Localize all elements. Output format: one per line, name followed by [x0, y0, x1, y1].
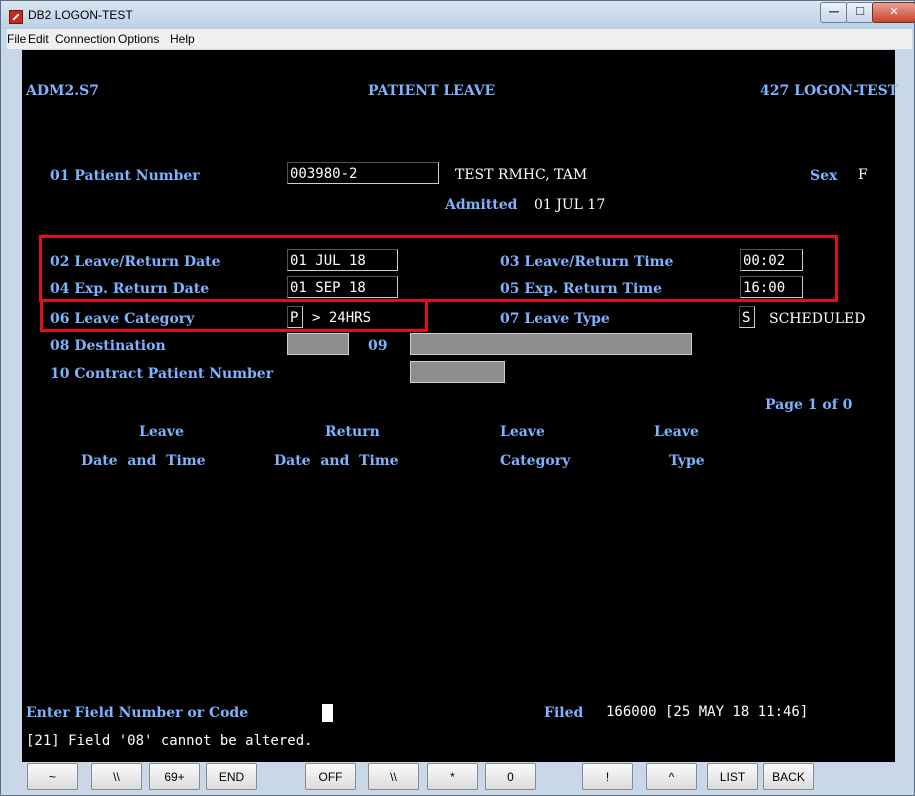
- leave-type-label: 07 Leave Type: [500, 311, 610, 327]
- leave-type-field[interactable]: S: [739, 306, 755, 328]
- menu-help[interactable]: Help: [170, 32, 195, 46]
- fkey-backslash-1[interactable]: \\: [91, 763, 142, 790]
- leave-type-desc: SCHEDULED: [769, 311, 866, 327]
- status-message: [21] Field '08' cannot be altered.: [26, 733, 313, 749]
- contract-patient-number-label: 10 Contract Patient Number: [50, 366, 274, 382]
- col-return-header: Return: [325, 424, 380, 440]
- minimize-button[interactable]: —: [820, 2, 848, 23]
- fkey-off[interactable]: OFF: [305, 763, 356, 790]
- text-cursor[interactable]: [322, 704, 333, 722]
- sex-value: F: [858, 167, 868, 183]
- highlight-box-category: [40, 299, 428, 332]
- session-id: 427 LOGON-TEST: [760, 83, 899, 99]
- col-leave-date-time-header: Date and Time: [81, 453, 206, 469]
- fkey-zero[interactable]: 0: [485, 763, 536, 790]
- col-leave-type-header-2: Type: [669, 453, 705, 469]
- destination-field[interactable]: [287, 333, 349, 355]
- close-button[interactable]: ✕: [872, 2, 915, 23]
- col-leave-type-header-1: Leave: [654, 424, 699, 440]
- app-icon: [9, 10, 23, 24]
- fkey-asterisk[interactable]: *: [427, 763, 478, 790]
- fkey-back[interactable]: BACK: [763, 763, 814, 790]
- patient-name: TEST RMHC, TAM: [455, 167, 588, 183]
- sex-label: Sex: [810, 168, 838, 184]
- command-prompt-label: Enter Field Number or Code: [26, 705, 249, 721]
- col-leave-category-header-1: Leave: [500, 424, 545, 440]
- destination-label: 08 Destination: [50, 338, 166, 354]
- maximize-button[interactable]: ☐: [846, 2, 874, 23]
- title-bar[interactable]: DB2 LOGON-TEST — ☐ ✕: [1, 1, 915, 29]
- fkey-tilde[interactable]: ~: [27, 763, 78, 790]
- menu-file[interactable]: File: [7, 32, 26, 46]
- patient-number-label: 01 Patient Number: [50, 168, 200, 184]
- app-window: DB2 LOGON-TEST — ☐ ✕ File Edit Connectio…: [0, 0, 915, 796]
- field-09-label: 09: [368, 338, 388, 354]
- col-leave-header: Leave: [139, 424, 184, 440]
- menu-options[interactable]: Options: [118, 32, 159, 46]
- menu-connection[interactable]: Connection: [55, 32, 116, 46]
- fkey-backslash-2[interactable]: \\: [368, 763, 419, 790]
- fkey-caret[interactable]: ^: [646, 763, 697, 790]
- field-09-input[interactable]: [410, 333, 692, 355]
- filed-label: Filed: [544, 705, 584, 721]
- patient-number-field[interactable]: 003980-2: [287, 162, 439, 184]
- admitted-value: 01 JUL 17: [534, 197, 606, 213]
- col-return-date-time-header: Date and Time: [274, 453, 399, 469]
- screen-title: PATIENT LEAVE: [368, 83, 496, 99]
- fkey-end[interactable]: END: [206, 763, 257, 790]
- fkey-list[interactable]: LIST: [707, 763, 758, 790]
- col-leave-category-header-2: Category: [500, 453, 571, 469]
- screen-id: ADM2.S7: [26, 83, 99, 99]
- contract-patient-number-field[interactable]: [410, 361, 505, 383]
- fkey-exclaim[interactable]: !: [582, 763, 633, 790]
- highlight-box-dates: [39, 235, 838, 302]
- menu-edit[interactable]: Edit: [28, 32, 49, 46]
- fkey-69plus[interactable]: 69+: [149, 763, 200, 790]
- window-title: DB2 LOGON-TEST: [28, 8, 133, 22]
- menu-bar: File Edit Connection Options Help: [7, 29, 912, 49]
- filed-value: 166000 [25 MAY 18 11:46]: [606, 704, 809, 720]
- page-indicator: Page 1 of 0: [765, 397, 853, 413]
- admitted-label: Admitted: [445, 197, 518, 213]
- function-key-bar: ~ \\ 69+ END OFF \\ * 0 ! ^ LIST BACK: [22, 763, 895, 793]
- terminal-screen[interactable]: ADM2.S7 PATIENT LEAVE 427 LOGON-TEST 01 …: [22, 50, 899, 762]
